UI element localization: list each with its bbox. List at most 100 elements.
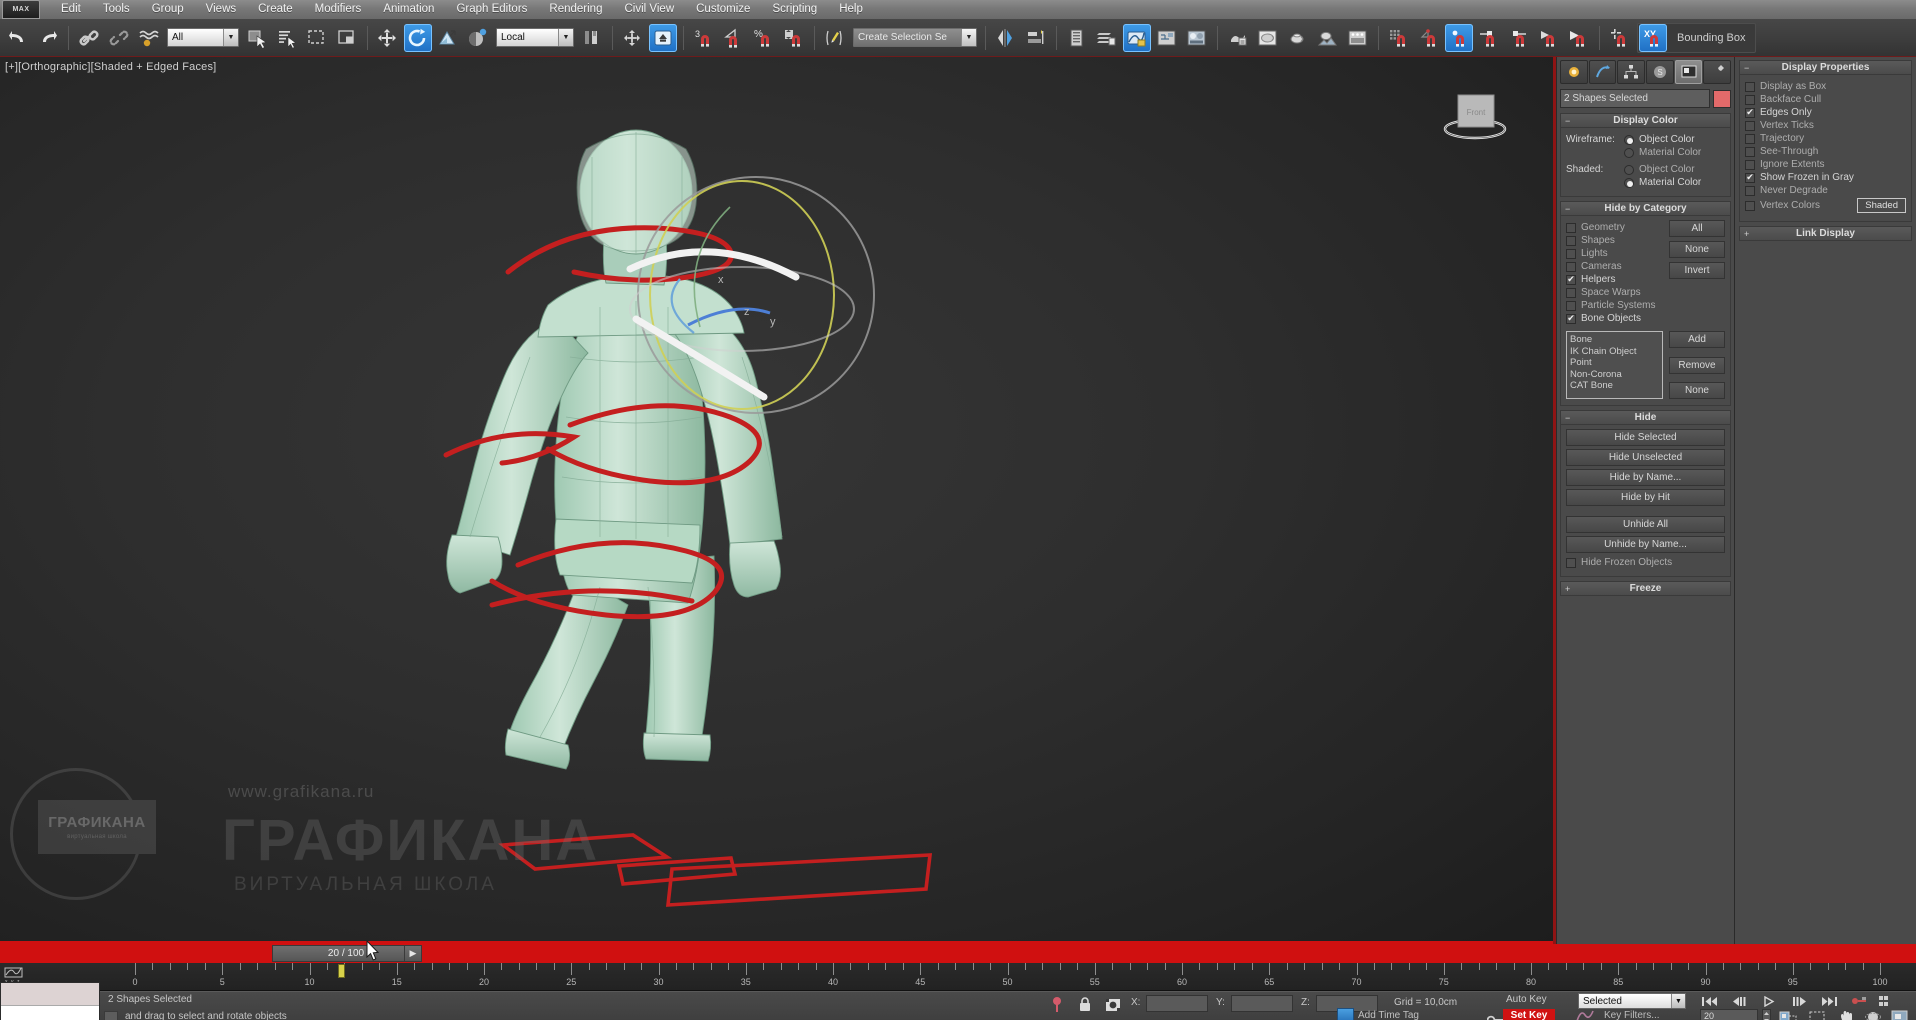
display-properties-header[interactable]: − Display Properties <box>1739 60 1912 75</box>
y-field[interactable] <box>1231 995 1293 1012</box>
keyboard-shortcut-override-icon[interactable] <box>649 24 677 52</box>
set-key-button[interactable]: Set Key <box>1503 1009 1555 1020</box>
hierarchy-tab[interactable] <box>1617 60 1645 84</box>
snap-toggle-3-icon[interactable]: 3 <box>690 24 718 52</box>
bind-spacewarp-icon[interactable] <box>135 24 163 52</box>
display-property-checkbox-show-frozen-in-gray[interactable] <box>1745 173 1755 183</box>
align-icon[interactable] <box>1022 24 1050 52</box>
window-crossing-icon[interactable] <box>333 24 361 52</box>
menu-item-create[interactable]: Create <box>247 0 304 19</box>
shaded-material-color-radio[interactable] <box>1624 178 1634 188</box>
next-frame-icon[interactable] <box>1790 994 1809 1008</box>
hide-category-checkbox-bone-objects[interactable] <box>1566 314 1576 324</box>
display-property-checkbox-ignore-extents[interactable] <box>1745 160 1755 170</box>
category-listbox[interactable]: BoneIK Chain ObjectPointNon-CoronaCAT Bo… <box>1566 331 1663 399</box>
unhide-button-0[interactable]: Unhide All <box>1566 516 1725 533</box>
menu-item-help[interactable]: Help <box>828 0 874 19</box>
selection-filter-dropdown[interactable]: All ▼ <box>167 28 239 47</box>
time-slider-handle[interactable]: 20 / 100 <box>272 945 420 962</box>
rect-selection-region-icon[interactable] <box>303 24 331 52</box>
select-link-icon[interactable] <box>75 24 103 52</box>
xy-snap-icon[interactable] <box>1445 24 1473 52</box>
previous-frame-icon[interactable] <box>1730 994 1749 1008</box>
add-time-tag-label[interactable]: Add Time Tag <box>1358 1010 1419 1020</box>
viewport[interactable]: [+][Orthographic][Shaded + Edged Faces] … <box>0 57 1556 944</box>
time-slider-track[interactable]: ◀ 20 / 100 ▶ <box>0 944 1916 963</box>
character-rig[interactable]: x z y <box>0 57 1556 944</box>
menu-item-customize[interactable]: Customize <box>685 0 761 19</box>
undo-icon[interactable] <box>4 24 32 52</box>
select-manipulate-icon[interactable] <box>619 24 647 52</box>
hide-category-none-button[interactable]: None <box>1669 241 1725 258</box>
select-object-icon[interactable] <box>243 24 271 52</box>
hide-category-checkbox-particle-systems[interactable] <box>1566 301 1576 311</box>
vertex-colors-shaded-button[interactable]: Shaded <box>1857 198 1906 213</box>
orbit-view-icon[interactable] <box>1864 1010 1883 1020</box>
named-selection-set-dropdown[interactable]: Create Selection Se ▼ <box>853 28 977 47</box>
absolute-relative-mode-icon[interactable] <box>1047 995 1067 1014</box>
use-pivot-center-icon[interactable] <box>464 24 492 52</box>
menu-item-tools[interactable]: Tools <box>92 0 141 19</box>
current-frame-key-marker[interactable] <box>338 964 345 978</box>
menu-item-animation[interactable]: Animation <box>372 0 445 19</box>
display-property-checkbox-display-as-box[interactable] <box>1745 82 1755 92</box>
x-field[interactable] <box>1146 995 1208 1012</box>
hide-by-category-header[interactable]: − Hide by Category <box>1560 201 1731 216</box>
select-scale-icon[interactable] <box>434 24 462 52</box>
freeze-header[interactable]: + Freeze <box>1560 581 1731 596</box>
display-property-checkbox-trajectory[interactable] <box>1745 134 1755 144</box>
display-property-checkbox-vertex-colors[interactable] <box>1745 201 1755 211</box>
category-none-button[interactable]: None <box>1669 382 1725 399</box>
unhide-button-1[interactable]: Unhide by Name... <box>1566 536 1725 553</box>
vertex-snap-icon[interactable] <box>1415 24 1443 52</box>
hide-category-invert-button[interactable]: Invert <box>1669 262 1725 279</box>
create-tab[interactable] <box>1560 60 1588 84</box>
hide-button-1[interactable]: Hide Unselected <box>1566 449 1725 466</box>
percent-snap-icon[interactable]: % <box>750 24 778 52</box>
display-property-checkbox-edges-only[interactable] <box>1745 108 1755 118</box>
object-name-field[interactable] <box>1560 89 1710 108</box>
layer-manager-icon[interactable] <box>1063 24 1091 52</box>
category-list-item[interactable]: Bone <box>1570 334 1659 346</box>
bounding-box-snap-icon[interactable]: XY <box>1639 24 1667 52</box>
hide-button-2[interactable]: Hide by Name... <box>1566 469 1725 486</box>
face-snap-icon[interactable] <box>1505 24 1533 52</box>
play-animation-icon[interactable] <box>1760 994 1779 1008</box>
hide-frozen-objects-checkbox[interactable] <box>1566 558 1576 568</box>
select-move-icon[interactable] <box>374 24 402 52</box>
bounding-box-snap-group[interactable]: XY Bounding Box <box>1637 23 1756 53</box>
category-list-item[interactable]: IK Chain Object <box>1570 346 1659 358</box>
hide-category-checkbox-geometry[interactable] <box>1566 223 1576 233</box>
key-filters-button[interactable]: Key Filters... <box>1604 1010 1660 1020</box>
current-frame-field[interactable]: 20 <box>1700 1009 1758 1020</box>
category-list-item[interactable]: CAT Bone <box>1570 380 1659 392</box>
render-setup-icon[interactable] <box>1224 24 1252 52</box>
go-to-start-icon[interactable] <box>1700 994 1719 1008</box>
wireframe-material-color-radio[interactable] <box>1624 148 1634 158</box>
use-selection-center-icon[interactable] <box>578 24 606 52</box>
hide-header[interactable]: − Hide <box>1560 410 1731 425</box>
menu-item-civil-view[interactable]: Civil View <box>613 0 685 19</box>
menu-item-scripting[interactable]: Scripting <box>761 0 828 19</box>
link-display-header[interactable]: + Link Display <box>1739 226 1912 241</box>
key-mode-dropdown[interactable]: Selected ▼ <box>1578 993 1686 1009</box>
menu-item-rendering[interactable]: Rendering <box>538 0 613 19</box>
unlink-icon[interactable] <box>105 24 133 52</box>
normal-snap-icon[interactable] <box>1606 24 1634 52</box>
object-color-swatch[interactable] <box>1713 90 1731 108</box>
track-bar[interactable]: xyz 051015202530354045505560657075808590… <box>0 963 1916 991</box>
hide-button-3[interactable]: Hide by Hit <box>1566 489 1725 506</box>
select-region-icon[interactable] <box>1808 1010 1827 1020</box>
key-mode-toggle-button[interactable] <box>1850 994 1869 1008</box>
frame-spinner[interactable] <box>1762 1009 1771 1020</box>
display-property-checkbox-see-through[interactable] <box>1745 147 1755 157</box>
display-property-checkbox-vertex-ticks[interactable] <box>1745 121 1755 131</box>
edge-snap-icon[interactable] <box>1475 24 1503 52</box>
grid-snap-icon[interactable] <box>1385 24 1413 52</box>
curve-editor-icon[interactable] <box>1123 24 1151 52</box>
category-list-item[interactable]: Point <box>1570 357 1659 369</box>
display-property-checkbox-never-degrade[interactable] <box>1745 186 1755 196</box>
pan-view-icon[interactable] <box>1838 1010 1857 1020</box>
menu-item-views[interactable]: Views <box>195 0 247 19</box>
menu-item-edit[interactable]: Edit <box>50 0 92 19</box>
